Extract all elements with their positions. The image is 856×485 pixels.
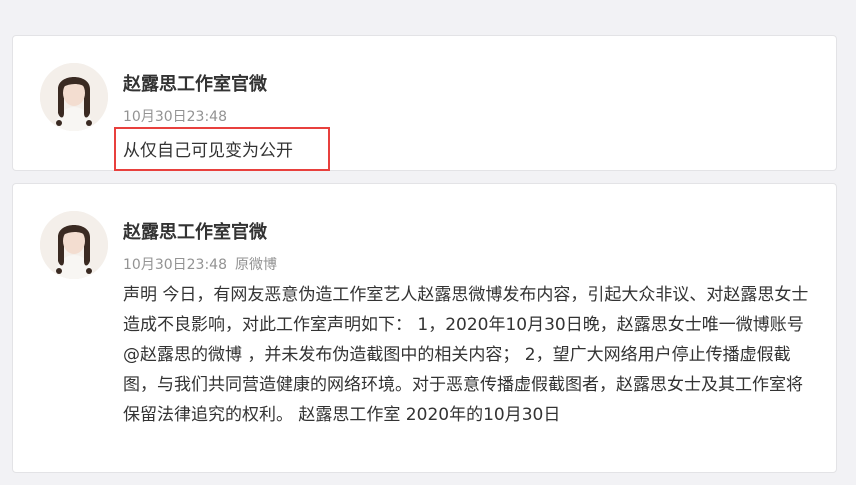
post-meta: 10月30日23:48 原微博 (123, 254, 277, 274)
source-label[interactable]: 原微博 (235, 257, 277, 273)
post-time[interactable]: 10月30日23:48 (123, 257, 227, 273)
avatar[interactable] (40, 211, 108, 279)
avatar[interactable] (40, 63, 108, 131)
post-meta: 10月30日23:48 (123, 106, 227, 126)
post-text: 从仅自己可见变为公开 (123, 141, 293, 161)
post-time[interactable]: 10月30日23:48 (123, 109, 227, 125)
post-card: 赵露思工作室官微 10月30日23:48 从仅自己可见变为公开 (12, 35, 837, 171)
post-text: 声明 今日，有网友恶意伪造工作室艺人赵露思微博发布内容，引起大众非议、对赵露思女… (123, 285, 809, 425)
author-name[interactable]: 赵露思工作室官微 (123, 70, 267, 96)
post-card: 赵露思工作室官微 10月30日23:48 原微博 声明 今日，有网友恶意伪造工作室… (12, 183, 837, 473)
author-name[interactable]: 赵露思工作室官微 (123, 218, 267, 244)
